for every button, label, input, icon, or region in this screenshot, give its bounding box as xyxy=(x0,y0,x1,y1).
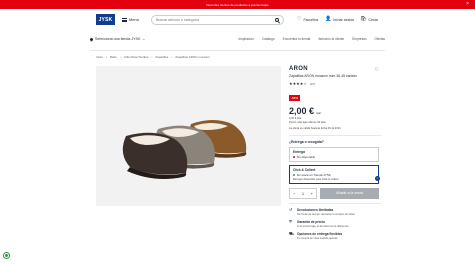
product-image[interactable] xyxy=(96,66,281,206)
link-catalog[interactable]: Catálogo xyxy=(262,37,275,41)
feature-item: ↺ Devoluciones ilimitadas Sin límite de … xyxy=(289,206,381,216)
feature-item: ⛟ Opciones de entrega flexibles Tu compr… xyxy=(289,230,381,240)
breadcrumb-separator: › xyxy=(171,55,173,59)
chat-widget-icon[interactable] xyxy=(3,252,10,259)
store-selector[interactable]: Selecciona una tienda JYSK ⌄ xyxy=(89,36,146,42)
heart-icon: ♡ xyxy=(297,16,302,22)
delivery-question: ¿Entrega o recogida? xyxy=(289,139,324,144)
product-info: ARON ♡ Zapatillas ARON mocasín núm 36-45… xyxy=(289,66,381,240)
delivery-status: No disponible xyxy=(297,154,316,159)
link-find-store[interactable]: Encuentra tu tienda xyxy=(283,37,311,41)
old-price: 4,00 € /par xyxy=(289,117,302,120)
offer-validity: La oferta es válida hasta la fecha 09.11… xyxy=(289,127,341,131)
site-header: JYSK Menú Buscar artículo o categoría ♡ … xyxy=(0,9,475,31)
truck-icon: ⛟ xyxy=(289,230,295,236)
feature-item: ⛨ Garantía de precio Si el precio baja, … xyxy=(289,218,381,228)
chevron-down-icon: ⌄ xyxy=(142,37,146,41)
product-title: ARON xyxy=(289,66,308,72)
user-icon: 👤 xyxy=(325,16,332,22)
search-icon[interactable] xyxy=(275,18,279,22)
breadcrumb-item[interactable]: Zapatillas xyxy=(155,55,168,59)
location-pin-icon xyxy=(89,36,94,42)
breadcrumb-item[interactable]: Baño xyxy=(110,55,117,59)
review-count[interactable]: (27) xyxy=(310,82,315,86)
quantity-stepper[interactable]: − 1 + xyxy=(289,187,317,199)
promo-text[interactable]: Descubre cientos de productos a precios … xyxy=(206,3,268,7)
delivery-title: Entrega xyxy=(293,149,305,154)
price-unit: /par xyxy=(316,111,322,115)
click-collect-note: Recoger disponible para Click & Collect xyxy=(293,177,339,181)
divider xyxy=(90,50,385,51)
delivery-option[interactable]: Entrega No disponible xyxy=(289,146,379,162)
cart-button[interactable]: 🛍 Cesta xyxy=(360,17,378,22)
sub-navigation: Selecciona una tienda JYSK ⌄ Inspiración… xyxy=(89,35,385,45)
feature-desc: Si el precio baja, te devolvemos la dife… xyxy=(297,224,349,228)
divider xyxy=(289,202,381,204)
status-dot xyxy=(293,173,295,176)
check-icon: ✓ xyxy=(375,175,380,181)
status-dot xyxy=(293,155,295,158)
login-button[interactable]: 👤 Iniciar sesión xyxy=(325,17,354,22)
star-rating-icons: ★★★★☆ xyxy=(289,81,307,86)
search-input[interactable]: Buscar artículo o categoría xyxy=(151,15,284,25)
click-collect-title: Click & Collect xyxy=(293,167,316,172)
heart-icon[interactable]: ♡ xyxy=(375,68,379,73)
breadcrumb-separator: › xyxy=(120,55,122,59)
menu-button[interactable]: Menú xyxy=(122,17,139,22)
click-collect-store[interactable]: En stock en Tienda JYSK xyxy=(297,173,331,177)
close-icon[interactable]: × xyxy=(466,2,469,7)
breadcrumb: Inicio › Baño › Alfombras/Textiles › Zapati… xyxy=(96,55,210,59)
shield-icon: ⛨ xyxy=(289,218,292,224)
secondary-links: Inspiración Catálogo Encuentra tu tienda… xyxy=(238,37,385,41)
discount-badge: -50% xyxy=(289,95,301,101)
feature-title: Opciones de entrega flexibles xyxy=(297,231,343,236)
breadcrumb-item[interactable]: Inicio xyxy=(96,55,103,59)
click-collect-option[interactable]: Click & Collect En stock en Tienda JYSK … xyxy=(289,164,380,184)
breadcrumb-separator: › xyxy=(106,55,108,59)
search-placeholder: Buscar artículo o categoría xyxy=(156,18,199,22)
link-offers[interactable]: Ofertas xyxy=(375,37,385,41)
jysk-logo[interactable]: JYSK xyxy=(96,14,115,25)
minus-icon[interactable]: − xyxy=(293,191,295,196)
favorites-button[interactable]: ♡ Favoritos xyxy=(297,17,318,22)
link-business[interactable]: Empresas xyxy=(352,37,366,41)
hamburger-icon xyxy=(122,17,127,22)
login-label: Iniciar sesión xyxy=(333,17,355,22)
divider xyxy=(289,134,381,136)
link-inspiration[interactable]: Inspiración xyxy=(238,37,253,41)
price-note: Precio más bajo últimos 30 días xyxy=(289,121,326,125)
link-customer-service[interactable]: Atención al cliente xyxy=(318,37,344,41)
feature-desc: Sin límite de tiempo: devuelve tu compra… xyxy=(297,212,355,216)
plus-icon[interactable]: + xyxy=(311,191,313,196)
breadcrumb-separator: › xyxy=(151,55,153,59)
breadcrumb-current: Zapatillas ARON mocasín xyxy=(175,55,210,59)
feature-title: Devoluciones ilimitadas xyxy=(297,207,334,212)
buy-row: − 1 + Añadir a la cesta xyxy=(289,187,381,199)
add-to-cart-button[interactable]: Añadir a la cesta xyxy=(320,187,379,199)
feature-desc: Tu compra en casa cuando quieras xyxy=(297,236,338,240)
menu-label: Menú xyxy=(129,17,140,22)
breadcrumb-item[interactable]: Alfombras/Textiles xyxy=(124,55,148,59)
product-subtitle: Zapatillas ARON mocasín núm 36-45 variad… xyxy=(289,74,358,78)
price-value: 2,00 € xyxy=(289,106,315,116)
store-selector-label: Selecciona una tienda JYSK xyxy=(95,37,141,41)
return-icon: ↺ xyxy=(289,206,293,212)
quantity-value[interactable]: 1 xyxy=(302,191,304,196)
favorites-label: Favoritos xyxy=(303,17,319,22)
cart-icon: 🛍 xyxy=(360,16,367,22)
price: 2,00 € /par xyxy=(289,106,381,116)
cart-label: Cesta xyxy=(368,17,378,22)
rating[interactable]: ★★★★☆ (27) xyxy=(289,81,381,86)
slippers-illustration xyxy=(122,120,247,179)
feature-title: Garantía de precio xyxy=(297,219,325,224)
promo-banner[interactable]: Descubre cientos de productos a precios … xyxy=(0,0,475,9)
